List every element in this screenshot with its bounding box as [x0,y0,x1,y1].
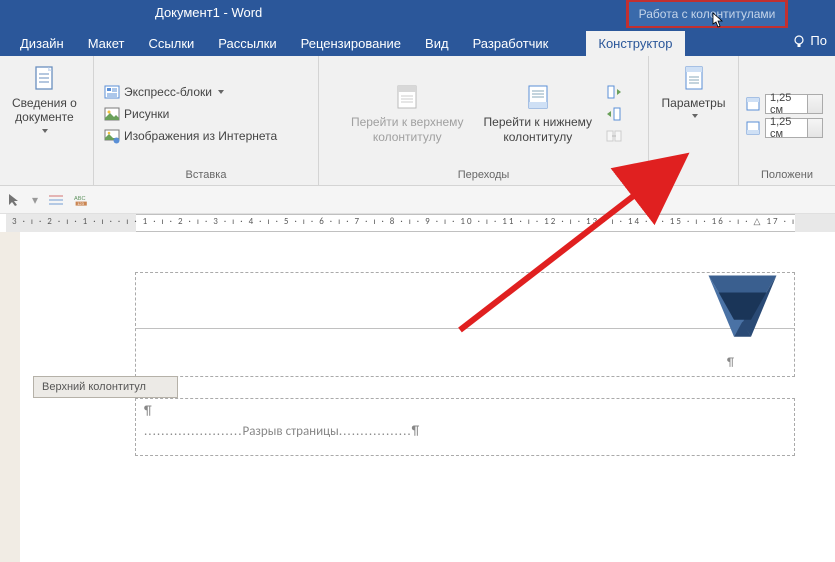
next-section-icon[interactable] [606,106,622,122]
header-rule-line [136,328,794,329]
header-from-top-row: 1,25 см [745,94,823,114]
quick-parts-label: Экспресс-блоки [124,85,212,99]
title-bar: Документ1 - Word Работа с колонтитулами [0,0,835,28]
goto-header-button[interactable]: Перейти к верхнему колонтитулу [345,79,470,148]
document-canvas: ¶ Верхний колонтитул ¶ .................… [0,232,835,562]
tell-me-search[interactable]: По [784,28,835,53]
select-object-icon[interactable] [6,192,22,208]
tab-review[interactable]: Рецензирование [289,31,413,56]
quick-parts-icon [104,84,120,100]
goto-header-icon [393,83,421,111]
group-insert: Экспресс-блоки Рисунки Изображения из Ин… [94,56,319,185]
svg-text:123: 123 [77,200,84,205]
link-previous-icon[interactable] [606,128,622,144]
contextual-tab-header[interactable]: Работа с колонтитулами [627,0,787,28]
horizontal-ruler[interactable]: 3 · ı · 2 · ı · 1 · ı · · ı · 1 · ı · 2 … [0,214,835,232]
tell-me-label: По [810,33,827,48]
group-options-label [655,179,732,183]
body-area[interactable]: ¶ ....................... Разрыв страниц… [135,398,795,456]
group-position-label: Положени [745,167,829,183]
document-icon [30,64,58,92]
options-label: Параметры [662,96,726,110]
footer-from-bottom-input[interactable]: 1,25 см [765,118,823,138]
group-label-empty [6,179,87,183]
tab-references[interactable]: Ссылки [137,31,207,56]
pictures-icon [104,106,120,122]
goto-header-label: Перейти к верхнему колонтитулу [351,115,464,144]
ribbon: Сведения о документе Экспресс-блоки Рису… [0,56,835,186]
group-navigation: Перейти к верхнему колонтитулу Перейти к… [319,56,649,185]
options-icon [680,64,708,92]
tab-view[interactable]: Вид [413,31,461,56]
online-pictures-button[interactable]: Изображения из Интернета [100,126,312,146]
group-info: Сведения о документе [0,56,94,185]
group-insert-label: Вставка [100,167,312,183]
goto-footer-button[interactable]: Перейти к нижнему колонтитулу [478,79,599,148]
quick-access-row: ▾ ABC123 [0,186,835,214]
online-pictures-icon [104,128,120,144]
goto-footer-label: Перейти к нижнему колонтитулу [484,115,593,144]
document-info-label: Сведения о документе [12,96,77,125]
tab-design[interactable]: Дизайн [8,31,76,56]
tab-design-constructor[interactable]: Конструктор [586,31,684,56]
cursor-icon [712,12,724,28]
footer-bottom-icon [745,120,761,136]
online-pictures-label: Изображения из Интернета [124,129,277,143]
ruler-lines-icon[interactable] [48,192,64,208]
paragraph-mark-icon: ¶ [727,356,734,370]
group-position: 1,25 см 1,25 см Положени [739,56,835,185]
header-from-top-input[interactable]: 1,25 см [765,94,823,114]
header-top-icon [745,96,761,112]
header-area[interactable]: ¶ [135,272,795,377]
group-options: Параметры [649,56,739,185]
ruler-numbers: 3 · ı · 2 · ı · 1 · ı · · ı · 1 · ı · 2 … [12,216,835,227]
triangle-logo-image[interactable] [700,267,785,347]
pictures-button[interactable]: Рисунки [100,104,312,124]
goto-footer-icon [524,83,552,111]
page-break-line: ....................... Разрыв страницы … [136,424,794,444]
lightbulb-icon [792,34,806,48]
tab-developer[interactable]: Разработчик [461,31,561,56]
vertical-ruler[interactable] [0,232,20,562]
word-count-icon[interactable]: ABC123 [74,192,90,208]
footer-from-bottom-row: 1,25 см [745,118,823,138]
previous-section-icon[interactable] [606,84,622,100]
ribbon-tabs: Дизайн Макет Ссылки Рассылки Рецензирова… [0,28,835,56]
page-break-label: Разрыв страницы [242,424,338,439]
window-title: Документ1 - Word [155,5,262,20]
tab-layout[interactable]: Макет [76,31,137,56]
pictures-label: Рисунки [124,107,169,121]
options-button[interactable]: Параметры [656,60,732,179]
document-info-button[interactable]: Сведения о документе [6,60,83,179]
tab-mailings[interactable]: Рассылки [206,31,288,56]
paragraph: ¶ [136,399,794,424]
quick-parts-button[interactable]: Экспресс-блоки [100,82,312,102]
page[interactable]: ¶ Верхний колонтитул ¶ .................… [20,232,835,562]
group-navigation-label: Переходы [325,167,642,183]
header-tag[interactable]: Верхний колонтитул [33,376,178,398]
